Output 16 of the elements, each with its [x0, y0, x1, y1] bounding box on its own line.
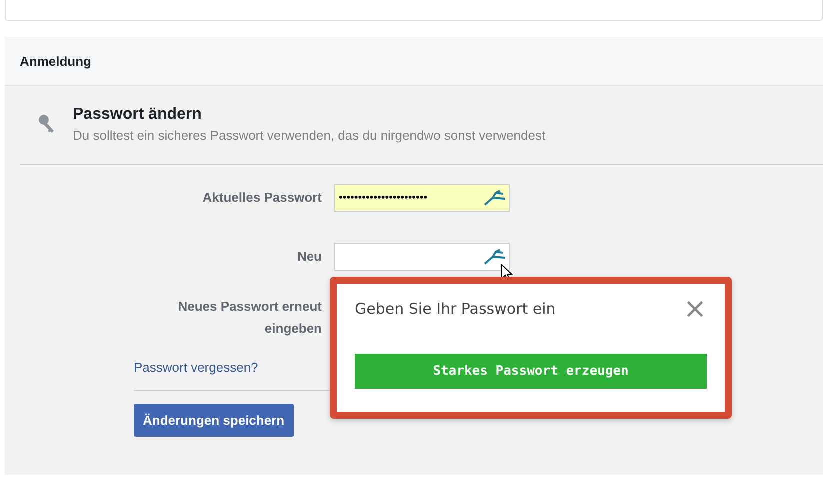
password-field[interactable]: •••••••••••••••••••••••: [334, 184, 510, 212]
password-field[interactable]: [334, 243, 510, 271]
setting-title: Passwort ändern: [73, 106, 203, 124]
runner-icon[interactable]: [483, 190, 507, 206]
section-title: Anmeldung: [20, 54, 92, 68]
field-label: Neu: [296, 248, 322, 266]
save-button[interactable]: Änderungen speichern: [134, 404, 294, 437]
close-button[interactable]: ×: [684, 295, 707, 323]
key-icon: [38, 114, 56, 134]
generate-password-button[interactable]: Starkes Passwort erzeugen: [355, 354, 707, 389]
field-label: Aktuelles Passwort: [202, 189, 322, 207]
setting-description: Du solltest ein sicheres Passwort verwenden, das du nirgendwo sonst verwendest: [73, 128, 546, 143]
runner-icon[interactable]: [483, 249, 507, 265]
field-label: Neues Passwort erneut eingeben: [177, 298, 322, 338]
forgot-password-link[interactable]: Passwort vergessen?: [134, 360, 258, 375]
popup-title: Geben Sie Ihr Passwort ein: [355, 300, 556, 318]
